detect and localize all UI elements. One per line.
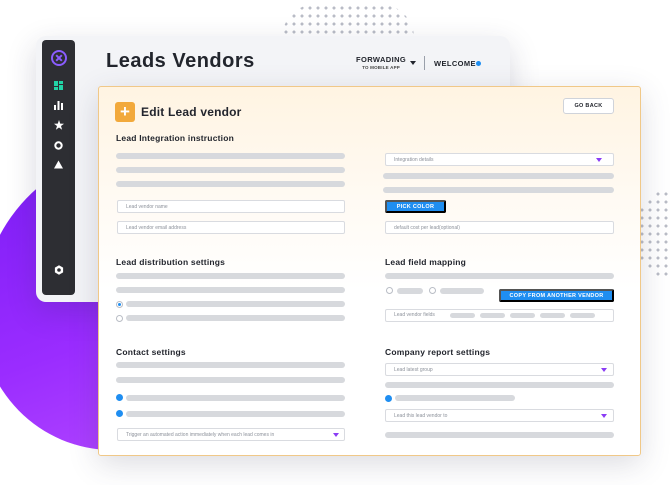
dashboard-icon[interactable]: [42, 81, 75, 90]
placeholder-line: [440, 288, 484, 294]
forwarding-label: FORWADING: [356, 55, 407, 64]
report-option-toggle[interactable]: [385, 395, 392, 402]
integration-details-value: Integration details: [394, 156, 434, 163]
placeholder-line: [383, 173, 614, 179]
integration-details-select[interactable]: Integration details: [385, 153, 614, 166]
sidebar: [42, 40, 75, 295]
placeholder-line: [116, 377, 345, 383]
lead-vendor-name-placeholder: Lead vendor name: [126, 203, 168, 210]
default-cost-placeholder: default cost per lead(optional): [394, 224, 460, 231]
placeholder-line: [385, 273, 614, 279]
distribution-radio-2[interactable]: [116, 315, 123, 322]
mapping-radio-1[interactable]: [386, 287, 393, 294]
placeholder-line: [126, 315, 345, 321]
section-title-lead-distribution: Lead distribution settings: [116, 257, 226, 267]
logo-icon[interactable]: [42, 50, 75, 66]
placeholder-line: [116, 362, 345, 368]
placeholder-line: [126, 411, 345, 417]
trigger-action-select[interactable]: Trigger an automated action immediately …: [117, 428, 345, 441]
circle-icon[interactable]: [42, 141, 75, 150]
placeholder-line: [385, 382, 614, 388]
field-chip[interactable]: [480, 313, 505, 318]
placeholder-line: [126, 395, 345, 401]
chevron-down-icon[interactable]: [333, 433, 339, 437]
placeholder-line: [385, 432, 614, 438]
section-title-company-report: Company report settings: [385, 347, 491, 357]
dot-pattern-top: [282, 4, 414, 38]
field-chip[interactable]: [570, 313, 595, 318]
go-back-button[interactable]: GO BACK: [563, 98, 614, 114]
settings-icon[interactable]: [42, 265, 75, 275]
status-dot-icon: [476, 61, 481, 66]
bar-chart-icon[interactable]: [42, 101, 75, 110]
dot-pattern-right: [638, 190, 668, 278]
lead-vendor-name-input[interactable]: Lead vendor name: [117, 200, 345, 213]
mapping-radio-2[interactable]: [429, 287, 436, 294]
trigger-action-value: Trigger an automated action immediately …: [126, 431, 275, 438]
placeholder-line: [395, 395, 515, 401]
default-cost-input[interactable]: default cost per lead(optional): [385, 221, 614, 234]
chevron-down-icon[interactable]: [601, 368, 607, 372]
lead-vendor-email-placeholder: Lead vendor email address: [126, 224, 187, 231]
section-title-contact-settings: Contact settings: [116, 347, 186, 357]
lead-latest-group-value: Lead latest group: [394, 366, 433, 373]
copy-from-another-vendor-button[interactable]: COPY FROM ANOTHER VENDOR: [499, 289, 614, 302]
chevron-down-icon[interactable]: [596, 158, 602, 162]
link-lead-vendor-select[interactable]: Lead this lead vendor to: [385, 409, 614, 422]
card-title: Edit Lead vendor: [141, 105, 242, 119]
lead-vendor-email-input[interactable]: Lead vendor email address: [117, 221, 345, 234]
triangle-icon[interactable]: [42, 160, 75, 169]
placeholder-line: [116, 273, 345, 279]
placeholder-line: [397, 288, 423, 294]
chevron-down-icon[interactable]: [601, 414, 607, 418]
placeholder-line: [116, 153, 345, 159]
contact-option-toggle[interactable]: [116, 394, 123, 401]
header-divider: [424, 56, 425, 70]
placeholder-line: [116, 181, 345, 187]
link-lead-vendor-value: Lead this lead vendor to: [394, 412, 448, 419]
star-icon[interactable]: [42, 120, 75, 130]
forwarding-sublabel: TO MOBILE APP: [362, 64, 400, 70]
placeholder-line: [383, 187, 614, 193]
welcome-label[interactable]: WELCOME: [434, 59, 476, 68]
add-icon[interactable]: +: [115, 102, 135, 122]
placeholder-line: [126, 301, 345, 307]
contact-option-toggle[interactable]: [116, 410, 123, 417]
pick-color-button[interactable]: PICK COLOR: [385, 200, 446, 213]
field-chip[interactable]: [540, 313, 565, 318]
placeholder-line: [116, 287, 345, 293]
page-title: Leads Vendors: [106, 50, 255, 72]
forwarding-dropdown[interactable]: FORWADING TO MOBILE APP: [356, 56, 406, 70]
section-title-lead-field-mapping: Lead field mapping: [385, 257, 467, 267]
field-chip[interactable]: [450, 313, 475, 318]
chevron-down-icon[interactable]: [410, 61, 416, 65]
placeholder-line: [116, 167, 345, 173]
lead-latest-group-select[interactable]: Lead latest group: [385, 363, 614, 376]
section-title-lead-integration: Lead Integration instruction: [116, 133, 234, 143]
field-chip[interactable]: [510, 313, 535, 318]
lead-vendor-fields-label: Lead vendor fields: [394, 312, 435, 318]
distribution-radio-1[interactable]: [116, 301, 123, 308]
